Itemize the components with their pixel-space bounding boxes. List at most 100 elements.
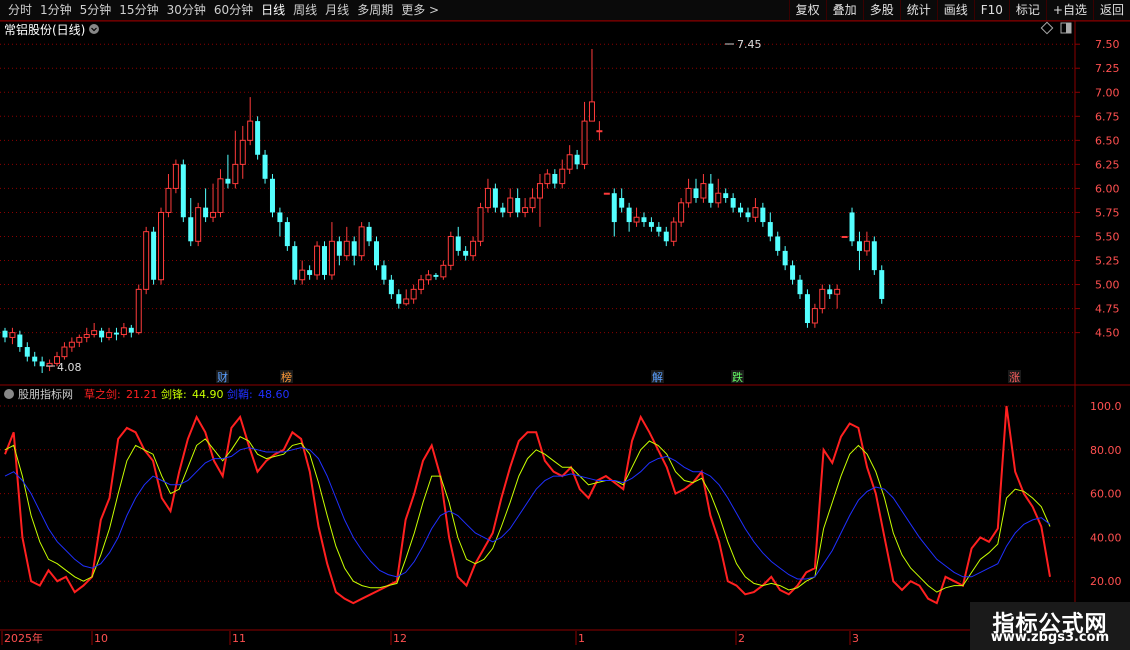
candle-body bbox=[143, 231, 150, 290]
x-tick-label: 11 bbox=[232, 632, 246, 645]
candle-body bbox=[120, 327, 127, 336]
indicator-dropdown-icon[interactable] bbox=[4, 389, 14, 399]
event-marker: 财 bbox=[217, 370, 228, 384]
candle-body bbox=[879, 270, 885, 299]
chart-area[interactable]: 4.50 4.75 5.00 5.25 5.50 5.75 6.00 6.25 6.50 6.75… bbox=[0, 0, 1130, 650]
candle-body bbox=[455, 236, 461, 251]
candle-body bbox=[775, 236, 781, 251]
candle-body bbox=[225, 178, 231, 184]
candle bbox=[410, 284, 417, 304]
candle-body bbox=[388, 279, 394, 295]
candle bbox=[790, 260, 796, 285]
candle-body bbox=[128, 327, 134, 333]
candle-body bbox=[232, 163, 239, 185]
candle-body bbox=[307, 270, 313, 275]
candle-body bbox=[603, 192, 610, 195]
indicator-tick-label: 100.0 bbox=[1090, 400, 1122, 413]
candle bbox=[648, 217, 654, 232]
diamond-icon[interactable] bbox=[1040, 21, 1054, 35]
candle-body bbox=[61, 346, 68, 358]
candle-body bbox=[99, 330, 105, 338]
event-marker: 解 bbox=[652, 370, 663, 384]
candle-body bbox=[500, 207, 506, 213]
candle-body bbox=[552, 173, 558, 184]
price-tick-label: 5.75 bbox=[1095, 206, 1120, 219]
candle-body bbox=[507, 197, 514, 213]
x-tick-label: 10 bbox=[94, 632, 108, 645]
candle-body bbox=[619, 198, 625, 208]
candle-body bbox=[708, 183, 714, 203]
candle bbox=[811, 303, 818, 328]
candle-body bbox=[403, 298, 410, 305]
candle-body bbox=[440, 264, 447, 278]
candle bbox=[9, 327, 16, 345]
candle-body bbox=[790, 265, 796, 280]
candle-body bbox=[834, 288, 841, 295]
candle-body bbox=[685, 187, 692, 204]
candle bbox=[834, 284, 841, 309]
candle-body bbox=[648, 222, 654, 227]
candle-body bbox=[819, 288, 826, 310]
candle bbox=[374, 236, 379, 271]
candle bbox=[388, 274, 394, 299]
candle bbox=[433, 273, 439, 280]
candle-body bbox=[68, 341, 75, 348]
event-markers[interactable]: 财榜解跌涨 bbox=[216, 370, 1021, 384]
candle bbox=[292, 241, 298, 285]
line2-value: 44.90 bbox=[192, 388, 224, 401]
title-dropdown-icon[interactable] bbox=[89, 24, 99, 34]
candle-body bbox=[106, 332, 113, 338]
candle-body bbox=[849, 212, 855, 242]
indicator-line-1 bbox=[4, 436, 1051, 593]
candle bbox=[210, 183, 217, 223]
candle-body bbox=[217, 178, 224, 213]
candle bbox=[522, 198, 529, 218]
candle bbox=[120, 323, 127, 338]
price-tick-label: 4.50 bbox=[1095, 327, 1120, 340]
candle-body bbox=[730, 198, 736, 208]
candle-body bbox=[536, 183, 543, 199]
candle bbox=[463, 246, 469, 261]
candle-body bbox=[797, 279, 803, 295]
candle-body bbox=[715, 192, 722, 204]
candle-body bbox=[418, 279, 425, 290]
candle bbox=[68, 337, 75, 352]
candle-body bbox=[723, 193, 729, 199]
candle bbox=[269, 173, 275, 218]
candle bbox=[314, 241, 321, 280]
candle bbox=[2, 327, 8, 343]
candle-body bbox=[544, 173, 551, 185]
candle-body bbox=[328, 240, 335, 276]
candle-body bbox=[693, 188, 699, 199]
candle bbox=[232, 130, 239, 189]
price-tick-label: 7.00 bbox=[1095, 86, 1120, 99]
candle bbox=[678, 198, 685, 227]
candle bbox=[849, 207, 855, 247]
candle-body bbox=[381, 265, 387, 280]
candle bbox=[165, 173, 172, 218]
candle-body bbox=[284, 222, 290, 247]
candle bbox=[804, 289, 810, 328]
candle bbox=[396, 289, 402, 309]
candle-body bbox=[374, 241, 379, 266]
candle bbox=[879, 265, 885, 304]
candle-body bbox=[811, 308, 818, 324]
candle-body bbox=[321, 246, 327, 275]
candle bbox=[143, 226, 150, 295]
event-marker: 榜 bbox=[281, 370, 292, 384]
svg-text:4.08: 4.08 bbox=[57, 361, 82, 374]
candle bbox=[619, 188, 625, 213]
candle-body bbox=[484, 187, 491, 209]
candle bbox=[470, 236, 477, 261]
candle bbox=[24, 342, 30, 362]
candle-body bbox=[180, 164, 186, 218]
candle-body bbox=[767, 222, 773, 237]
candle bbox=[299, 260, 306, 285]
x-tick-label: 1 bbox=[578, 632, 585, 645]
candle-body bbox=[581, 120, 588, 165]
candle-body bbox=[656, 226, 662, 232]
candle-body bbox=[529, 197, 536, 209]
candle-body bbox=[396, 294, 402, 304]
candle-body bbox=[239, 139, 246, 165]
candle bbox=[507, 188, 514, 218]
